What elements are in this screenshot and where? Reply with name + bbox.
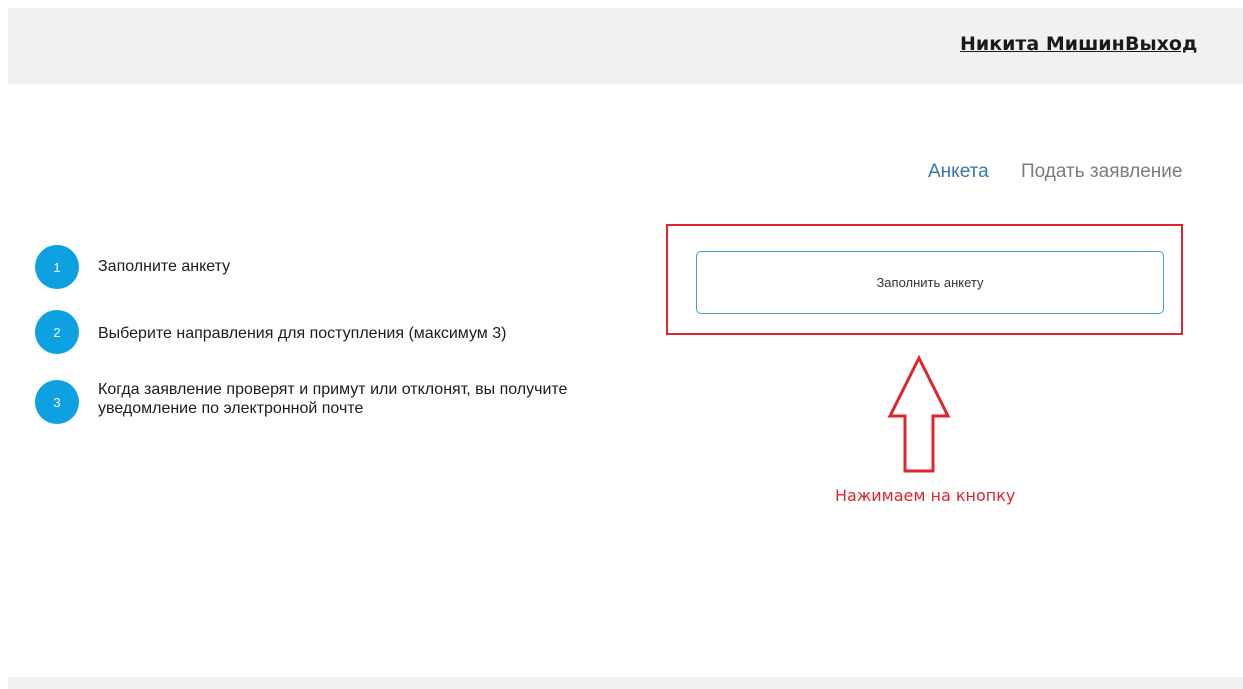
step-number-badge: 3 — [35, 380, 79, 424]
user-name-link[interactable]: Никита Мишин — [960, 33, 1125, 55]
step-text: Когда заявление проверят и примут или от… — [98, 380, 567, 418]
top-header: Никита Мишин Выход — [8, 8, 1243, 84]
step-number-badge: 2 — [35, 310, 79, 354]
step-text-line: Когда заявление проверят и примут или от… — [98, 381, 568, 398]
tab-questionnaire[interactable]: Анкета — [928, 161, 989, 183]
step-number-badge: 1 — [35, 245, 79, 289]
footer-bar — [8, 677, 1243, 689]
annotation-text: Нажимаем на кнопку — [835, 486, 1016, 505]
up-arrow-icon — [887, 354, 951, 473]
step-text-line: уведомление по электронной почте — [98, 400, 364, 417]
step-text: Выберите направления для поступления (ма… — [98, 325, 507, 342]
tab-submit-application[interactable]: Подать заявление — [1021, 161, 1182, 183]
step-text: Заполните анкету — [98, 258, 231, 275]
fill-questionnaire-button[interactable]: Заполнить анкету — [696, 251, 1164, 314]
logout-link[interactable]: Выход — [1125, 33, 1197, 55]
